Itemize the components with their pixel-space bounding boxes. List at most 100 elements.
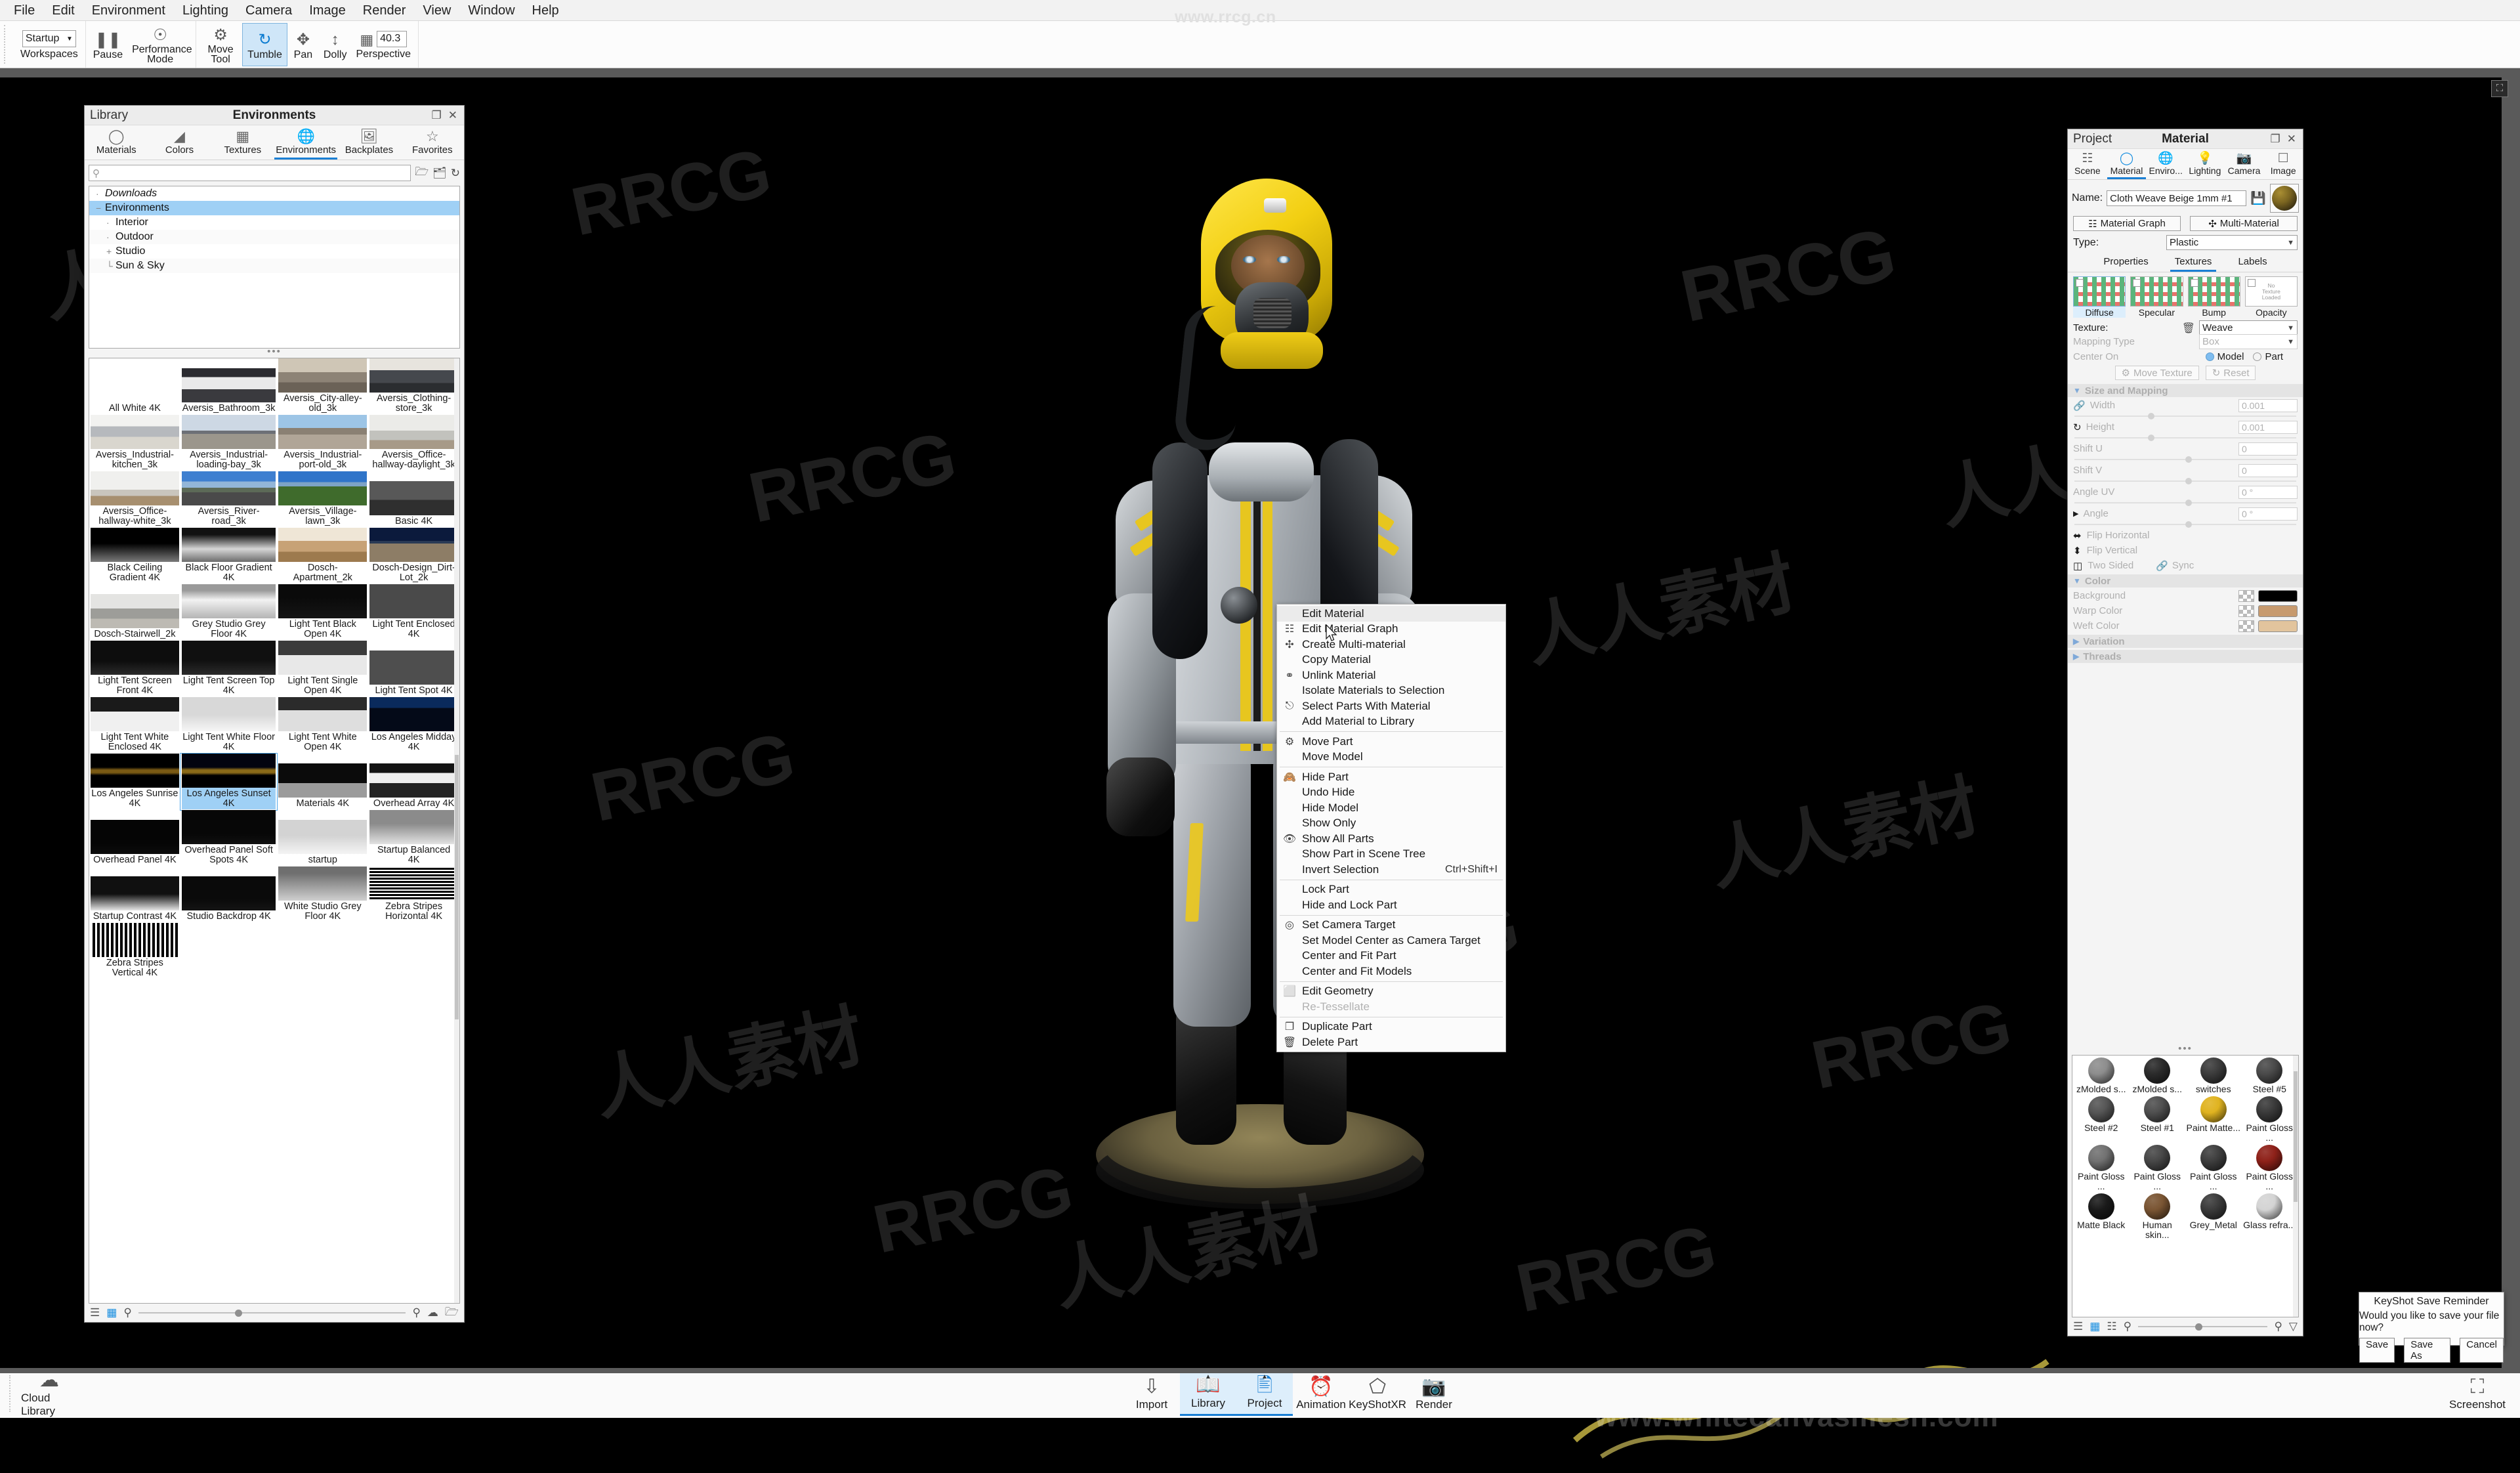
texture-enable-checkbox[interactable] bbox=[2133, 279, 2141, 287]
material-subtab-properties[interactable]: Properties bbox=[2099, 255, 2152, 272]
context-menu-item-move-part[interactable]: ⚙ Move Part bbox=[1277, 734, 1505, 750]
pause-button[interactable]: ❚❚ Pause bbox=[89, 23, 127, 66]
tree-node-downloads[interactable]: · Downloads bbox=[89, 186, 459, 201]
material-thumbnail[interactable]: Steel #2 bbox=[2073, 1096, 2130, 1144]
tree-node-studio[interactable]: + Studio bbox=[89, 244, 459, 259]
environment-thumbnail[interactable]: Aversis_Village-lawn_3k bbox=[277, 471, 368, 528]
multi-material-button[interactable]: ✣ Multi-Material bbox=[2190, 216, 2298, 231]
folder-open-icon[interactable]: 🗁 bbox=[445, 1304, 459, 1323]
material-thumbnail[interactable]: switches bbox=[2185, 1057, 2242, 1096]
color-section[interactable]: ▼ Color bbox=[2068, 574, 2303, 587]
workspace-select[interactable]: Startup ▼ bbox=[22, 30, 76, 47]
part-context-menu[interactable]: Edit Material ☷ Edit Material Graph ✣ Create… bbox=[1276, 604, 1506, 1052]
environment-thumbnail[interactable]: Overhead Panel Soft Spots 4K bbox=[180, 810, 278, 866]
context-menu-item-create-multi-material[interactable]: ✣ Create Multi-material bbox=[1277, 637, 1505, 652]
list-view-icon[interactable]: ☰ bbox=[90, 1306, 100, 1319]
context-menu-item-show-part-in-scene-tree[interactable]: Show Part in Scene Tree bbox=[1277, 847, 1505, 863]
material-subtab-labels[interactable]: Labels bbox=[2233, 255, 2271, 272]
tree-node-interior[interactable]: · Interior bbox=[89, 215, 459, 230]
param-value-input[interactable]: 0 ° bbox=[2238, 507, 2298, 521]
context-menu-item-move-model[interactable]: Move Model bbox=[1277, 750, 1505, 765]
grid-view-icon[interactable]: ▦ bbox=[2090, 1320, 2100, 1333]
save-button[interactable]: Save bbox=[2359, 1338, 2395, 1363]
material-name-input[interactable]: Cloth Weave Beige 1mm #1 bbox=[2107, 190, 2247, 206]
performance-mode-button[interactable]: ☉ Performance Mode bbox=[127, 23, 193, 66]
library-splitter[interactable]: ••• bbox=[85, 347, 464, 358]
texture-slot-specular[interactable]: Specular bbox=[2130, 276, 2183, 318]
param-slider-angle[interactable] bbox=[2068, 521, 2303, 528]
environment-thumbnail[interactable]: Dosch-Stairwell_2k bbox=[89, 584, 180, 641]
mapping-type-select[interactable]: Box ▼ bbox=[2199, 334, 2298, 349]
library-tab-backplates[interactable]: 🖼 Backplates bbox=[337, 125, 400, 160]
center-on-part-radio[interactable]: Part bbox=[2253, 351, 2298, 362]
environment-thumbnail[interactable]: Zebra Stripes Horizontal 4K bbox=[368, 866, 459, 923]
environment-thumbnail[interactable]: Aversis_Bathroom_3k bbox=[180, 358, 278, 415]
context-menu-item-center-and-fit-models[interactable]: Center and Fit Models bbox=[1277, 964, 1505, 979]
cloud-upload-icon[interactable]: ☁ bbox=[427, 1306, 438, 1319]
material-size-slider[interactable] bbox=[2138, 1321, 2268, 1332]
color-swatch[interactable] bbox=[2258, 589, 2298, 602]
material-thumbnail[interactable]: Grey_Metal bbox=[2185, 1193, 2242, 1241]
material-graph-button[interactable]: ☷ Material Graph bbox=[2073, 216, 2181, 231]
environment-thumbnail[interactable]: Light Tent White Open 4K bbox=[277, 697, 368, 754]
project-tab-scene[interactable]: ☷ Scene bbox=[2068, 149, 2107, 179]
texture-slot-opacity[interactable]: No Texture Loaded Opacity bbox=[2244, 276, 2298, 318]
dock-button-keyshotxr[interactable]: ⬠ KeyShotXR bbox=[1349, 1371, 1406, 1416]
environment-thumbnail[interactable]: Light Tent Screen Front 4K bbox=[89, 641, 180, 697]
param-slider-shift-u[interactable] bbox=[2068, 456, 2303, 463]
param-slider-shift-v[interactable] bbox=[2068, 478, 2303, 484]
param-slider-height[interactable] bbox=[2068, 435, 2303, 441]
menu-item-environment[interactable]: Environment bbox=[83, 1, 174, 20]
environment-thumbnail[interactable]: Light Tent White Enclosed 4K bbox=[89, 697, 180, 754]
environment-thumbnail[interactable]: startup bbox=[277, 810, 368, 866]
texture-enable-checkbox[interactable] bbox=[2076, 279, 2084, 287]
library-tab-favorites[interactable]: ☆ Favorites bbox=[401, 125, 464, 160]
context-menu-item-select-parts-with-material[interactable]: ⎋ Select Parts With Material bbox=[1277, 698, 1505, 714]
close-icon[interactable]: ✕ bbox=[448, 109, 457, 122]
dock-grip[interactable] bbox=[9, 1375, 14, 1412]
environment-thumbnail[interactable]: Studio Backdrop 4K bbox=[180, 866, 278, 923]
material-thumbnail[interactable]: Paint Gloss ... bbox=[2073, 1144, 2130, 1193]
environment-thumbnail[interactable]: Aversis_Industrial-kitchen_3k bbox=[89, 415, 180, 471]
slider-knob[interactable] bbox=[2185, 500, 2192, 506]
param-slider-width[interactable] bbox=[2068, 413, 2303, 419]
texture-slot-diffuse[interactable]: Diffuse bbox=[2073, 276, 2126, 318]
refresh-icon[interactable]: ↻ bbox=[2073, 421, 2082, 433]
flip-vertical-row[interactable]: ⬍ Flip Vertical bbox=[2068, 543, 2303, 558]
material-thumbnail[interactable]: Paint Gloss ... bbox=[2242, 1144, 2298, 1193]
dock-button-render[interactable]: 📷 Render bbox=[1406, 1371, 1462, 1416]
material-thumbnail[interactable]: Paint Gloss ... bbox=[2185, 1144, 2242, 1193]
context-menu-item-edit-material-graph[interactable]: ☷ Edit Material Graph bbox=[1277, 622, 1505, 637]
context-menu-item-delete-part[interactable]: 🗑 Delete Part bbox=[1277, 1035, 1505, 1050]
material-thumbnail[interactable]: Steel #5 bbox=[2242, 1057, 2298, 1096]
center-on-model-radio[interactable]: Model bbox=[2205, 351, 2244, 362]
environment-thumbnail[interactable]: Aversis_City-alley-old_3k bbox=[277, 358, 368, 415]
delete-texture-icon[interactable]: 🗑 bbox=[2182, 322, 2195, 335]
move-tool-button[interactable]: ⚙ Move Tool bbox=[199, 23, 242, 66]
context-menu-item-set-model-center-as-camera-target[interactable]: Set Model Center as Camera Target bbox=[1277, 933, 1505, 949]
context-menu-item-hide-model[interactable]: Hide Model bbox=[1277, 800, 1505, 816]
close-icon[interactable]: ✕ bbox=[2287, 133, 2296, 146]
param-value-input[interactable]: 0 bbox=[2238, 463, 2298, 477]
menu-item-help[interactable]: Help bbox=[524, 1, 568, 20]
context-menu-item-lock-part[interactable]: Lock Part bbox=[1277, 882, 1505, 898]
texture-map-button[interactable] bbox=[2238, 589, 2254, 602]
save-material-icon[interactable]: 💾 bbox=[2250, 190, 2266, 206]
context-menu-item-copy-material[interactable]: Copy Material bbox=[1277, 652, 1505, 668]
environment-thumbnail[interactable]: Dosch-Apartment_2k bbox=[277, 528, 368, 584]
dolly-button[interactable]: ↕ Dolly bbox=[319, 23, 352, 66]
environment-thumbnail[interactable]: Los Angeles Sunset 4K bbox=[179, 753, 278, 811]
environment-thumbnail[interactable]: Light Tent Black Open 4K bbox=[277, 584, 368, 641]
environment-thumbnail[interactable]: Light Tent Spot 4K bbox=[368, 641, 459, 697]
context-menu-item-invert-selection[interactable]: Invert Selection Ctrl+Shift+I bbox=[1277, 862, 1505, 878]
menu-item-lighting[interactable]: Lighting bbox=[174, 1, 237, 20]
tree-twisty-icon[interactable]: − bbox=[96, 203, 105, 213]
environment-thumbnail[interactable]: Light Tent Single Open 4K bbox=[277, 641, 368, 697]
dock-button-import[interactable]: ⇩ Import bbox=[1124, 1371, 1180, 1416]
tree-twisty-icon[interactable]: · bbox=[106, 217, 116, 228]
slider-knob[interactable] bbox=[2147, 413, 2154, 419]
list-view-icon[interactable]: ☰ bbox=[2073, 1320, 2083, 1333]
filter-icon[interactable]: ▽ bbox=[2289, 1320, 2298, 1333]
link-icon[interactable]: 🔗 bbox=[2073, 400, 2086, 412]
environment-thumbnail[interactable]: Aversis_Office-hallway-daylight_3k bbox=[368, 415, 459, 471]
